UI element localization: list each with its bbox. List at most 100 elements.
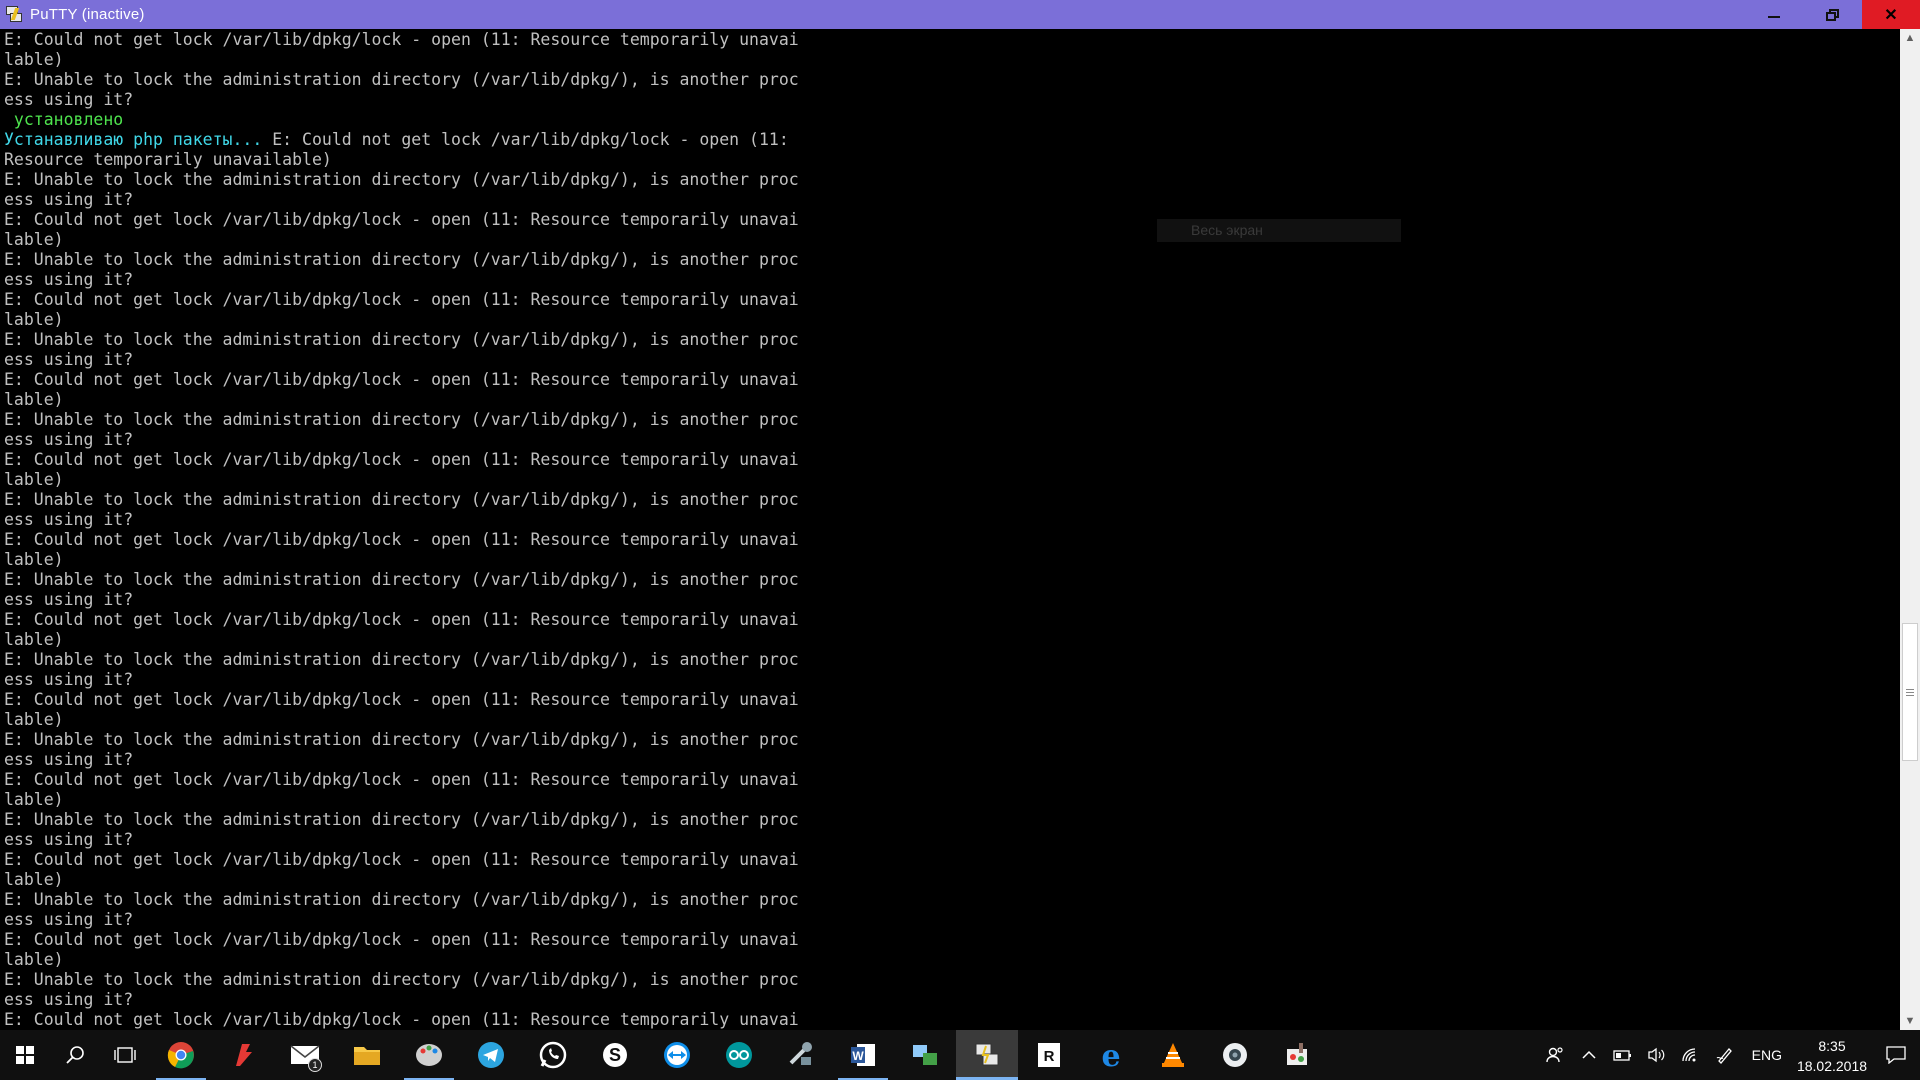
svg-text:S: S: [609, 1045, 621, 1065]
terminal-line: E: Unable to lock the administration dir…: [4, 170, 1900, 190]
notification-badge: 1: [308, 1058, 322, 1072]
show-hidden-icons-chevron-up-icon[interactable]: [1572, 1030, 1606, 1080]
taskbar-button-teamviewer[interactable]: [646, 1030, 708, 1080]
teamviewer-icon: [663, 1041, 691, 1069]
taskbar-button-task-view[interactable]: [100, 1030, 150, 1080]
scroll-up-icon[interactable]: ▲: [1900, 29, 1920, 47]
taskbar-button-network-share[interactable]: [894, 1030, 956, 1080]
terminal-line-text: lable): [4, 390, 64, 409]
terminal-line: E: Unable to lock the administration dir…: [4, 70, 1900, 90]
terminal-line-rest: E: Could not get lock /var/lib/dpkg/lock…: [272, 130, 789, 149]
terminal-line: E: Could not get lock /var/lib/dpkg/lock…: [4, 930, 1900, 950]
minimize-button[interactable]: [1744, 0, 1803, 29]
terminal-line-text: ess using it?: [4, 830, 134, 849]
terminal-line: lable): [4, 630, 1900, 650]
taskbar-button-skype[interactable]: S: [584, 1030, 646, 1080]
taskbar-button-paint[interactable]: [398, 1030, 460, 1080]
vertical-scrollbar[interactable]: ▲ ▼: [1900, 29, 1920, 1030]
start-icon: [15, 1045, 35, 1065]
terminal-line: E: Could not get lock /var/lib/dpkg/lock…: [4, 450, 1900, 470]
clock[interactable]: 8:35 18.02.2018: [1792, 1034, 1872, 1076]
terminal-line-text: E: Unable to lock the administration dir…: [4, 650, 799, 669]
taskbar-button-arduino[interactable]: [708, 1030, 770, 1080]
taskbar-button-paint-net[interactable]: [1266, 1030, 1328, 1080]
terminal-line: E: Unable to lock the administration dir…: [4, 570, 1900, 590]
terminal-line: lable): [4, 710, 1900, 730]
pen-icon[interactable]: [1708, 1030, 1742, 1080]
battery-icon[interactable]: [1606, 1030, 1640, 1080]
terminal-line: ess using it?: [4, 190, 1900, 210]
terminal-line: Resource temporarily unavailable): [4, 150, 1900, 170]
terminal-output[interactable]: E: Could not get lock /var/lib/dpkg/lock…: [0, 29, 1900, 1030]
terminal-line-text: E: Could not get lock /var/lib/dpkg/lock…: [4, 450, 799, 469]
window-controls: ✕: [1744, 0, 1920, 29]
terminal-line-text: ess using it?: [4, 750, 134, 769]
notifications-icon[interactable]: [1872, 1030, 1920, 1080]
close-button[interactable]: ✕: [1862, 0, 1920, 29]
terminal-line-text: E: Could not get lock /var/lib/dpkg/lock…: [4, 690, 799, 709]
terminal-line: E: Could not get lock /var/lib/dpkg/lock…: [4, 210, 1900, 230]
terminal-line-text: ess using it?: [4, 590, 134, 609]
edge-icon: e: [1097, 1041, 1125, 1069]
volume-icon[interactable]: [1640, 1030, 1674, 1080]
terminal-line: lable): [4, 790, 1900, 810]
terminal-line: lable): [4, 230, 1900, 250]
title-bar[interactable]: PuTTY (inactive) ✕: [0, 0, 1920, 29]
terminal-line: lable): [4, 390, 1900, 410]
taskbar-button-foxit[interactable]: [212, 1030, 274, 1080]
taskbar-button-chrome[interactable]: [150, 1030, 212, 1080]
terminal-line-text: E: Could not get lock /var/lib/dpkg/lock…: [4, 770, 799, 789]
terminal-line-text: lable): [4, 870, 64, 889]
taskbar-button-edge[interactable]: e: [1080, 1030, 1142, 1080]
terminal-line: ess using it?: [4, 430, 1900, 450]
taskbar-button-putty[interactable]: [956, 1030, 1018, 1080]
terminal-line: lable): [4, 310, 1900, 330]
terminal-line-text: E: Could not get lock /var/lib/dpkg/lock…: [4, 370, 799, 389]
terminal-line: E: Unable to lock the administration dir…: [4, 810, 1900, 830]
language-indicator[interactable]: ENG: [1742, 1047, 1792, 1063]
minimize-icon: [1767, 15, 1780, 18]
taskbar-button-word[interactable]: W: [832, 1030, 894, 1080]
terminal-line: ess using it?: [4, 90, 1900, 110]
restore-button[interactable]: [1803, 0, 1862, 29]
taskbar-button-mail[interactable]: 1: [274, 1030, 336, 1080]
terminal-line-text: E: Unable to lock the administration dir…: [4, 890, 799, 909]
scroll-thumb[interactable]: [1902, 623, 1918, 761]
terminal-line-text: lable): [4, 470, 64, 489]
terminal-line: E: Could not get lock /var/lib/dpkg/lock…: [4, 770, 1900, 790]
terminal-line-text: ess using it?: [4, 430, 134, 449]
taskbar-button-telegram[interactable]: [460, 1030, 522, 1080]
terminal-line: E: Unable to lock the administration dir…: [4, 890, 1900, 910]
terminal-line: E: Unable to lock the administration dir…: [4, 330, 1900, 350]
terminal-line-text: ess using it?: [4, 670, 134, 689]
terminal-line: E: Could not get lock /var/lib/dpkg/lock…: [4, 850, 1900, 870]
terminal-line-text: E: Could not get lock /var/lib/dpkg/lock…: [4, 210, 799, 229]
taskbar-button-camera[interactable]: [1204, 1030, 1266, 1080]
search-icon: [65, 1045, 85, 1065]
taskbar-button-tools[interactable]: [770, 1030, 832, 1080]
terminal-line-text: ess using it?: [4, 510, 134, 529]
camera-icon: [1221, 1041, 1249, 1069]
taskbar-button-file-explorer[interactable]: [336, 1030, 398, 1080]
terminal-line-text: E: Unable to lock the administration dir…: [4, 410, 799, 429]
taskbar-button-start[interactable]: [0, 1030, 50, 1080]
putty-app-icon[interactable]: [4, 5, 24, 25]
grip-icon: [1906, 688, 1914, 696]
people-icon[interactable]: [1538, 1030, 1572, 1080]
terminal-line: E: Could not get lock /var/lib/dpkg/lock…: [4, 370, 1900, 390]
terminal-line-text: Resource temporarily unavailable): [4, 150, 332, 169]
wifi-icon[interactable]: [1674, 1030, 1708, 1080]
vlc-icon: [1160, 1041, 1186, 1069]
taskbar-button-reader[interactable]: R: [1018, 1030, 1080, 1080]
taskbar-button-whatsapp[interactable]: [522, 1030, 584, 1080]
word-icon: W: [849, 1041, 877, 1069]
terminal-line-text: Устанавливаю php пакеты...: [4, 130, 273, 149]
taskbar-button-vlc[interactable]: [1142, 1030, 1204, 1080]
taskbar-button-search[interactable]: [50, 1030, 100, 1080]
whatsapp-icon: [539, 1041, 567, 1069]
scroll-down-icon[interactable]: ▼: [1900, 1012, 1920, 1030]
terminal-line: E: Could not get lock /var/lib/dpkg/lock…: [4, 30, 1900, 50]
arduino-icon: [725, 1041, 753, 1069]
terminal-line-text: E: Could not get lock /var/lib/dpkg/lock…: [4, 930, 799, 949]
putty-icon: [973, 1041, 1001, 1069]
